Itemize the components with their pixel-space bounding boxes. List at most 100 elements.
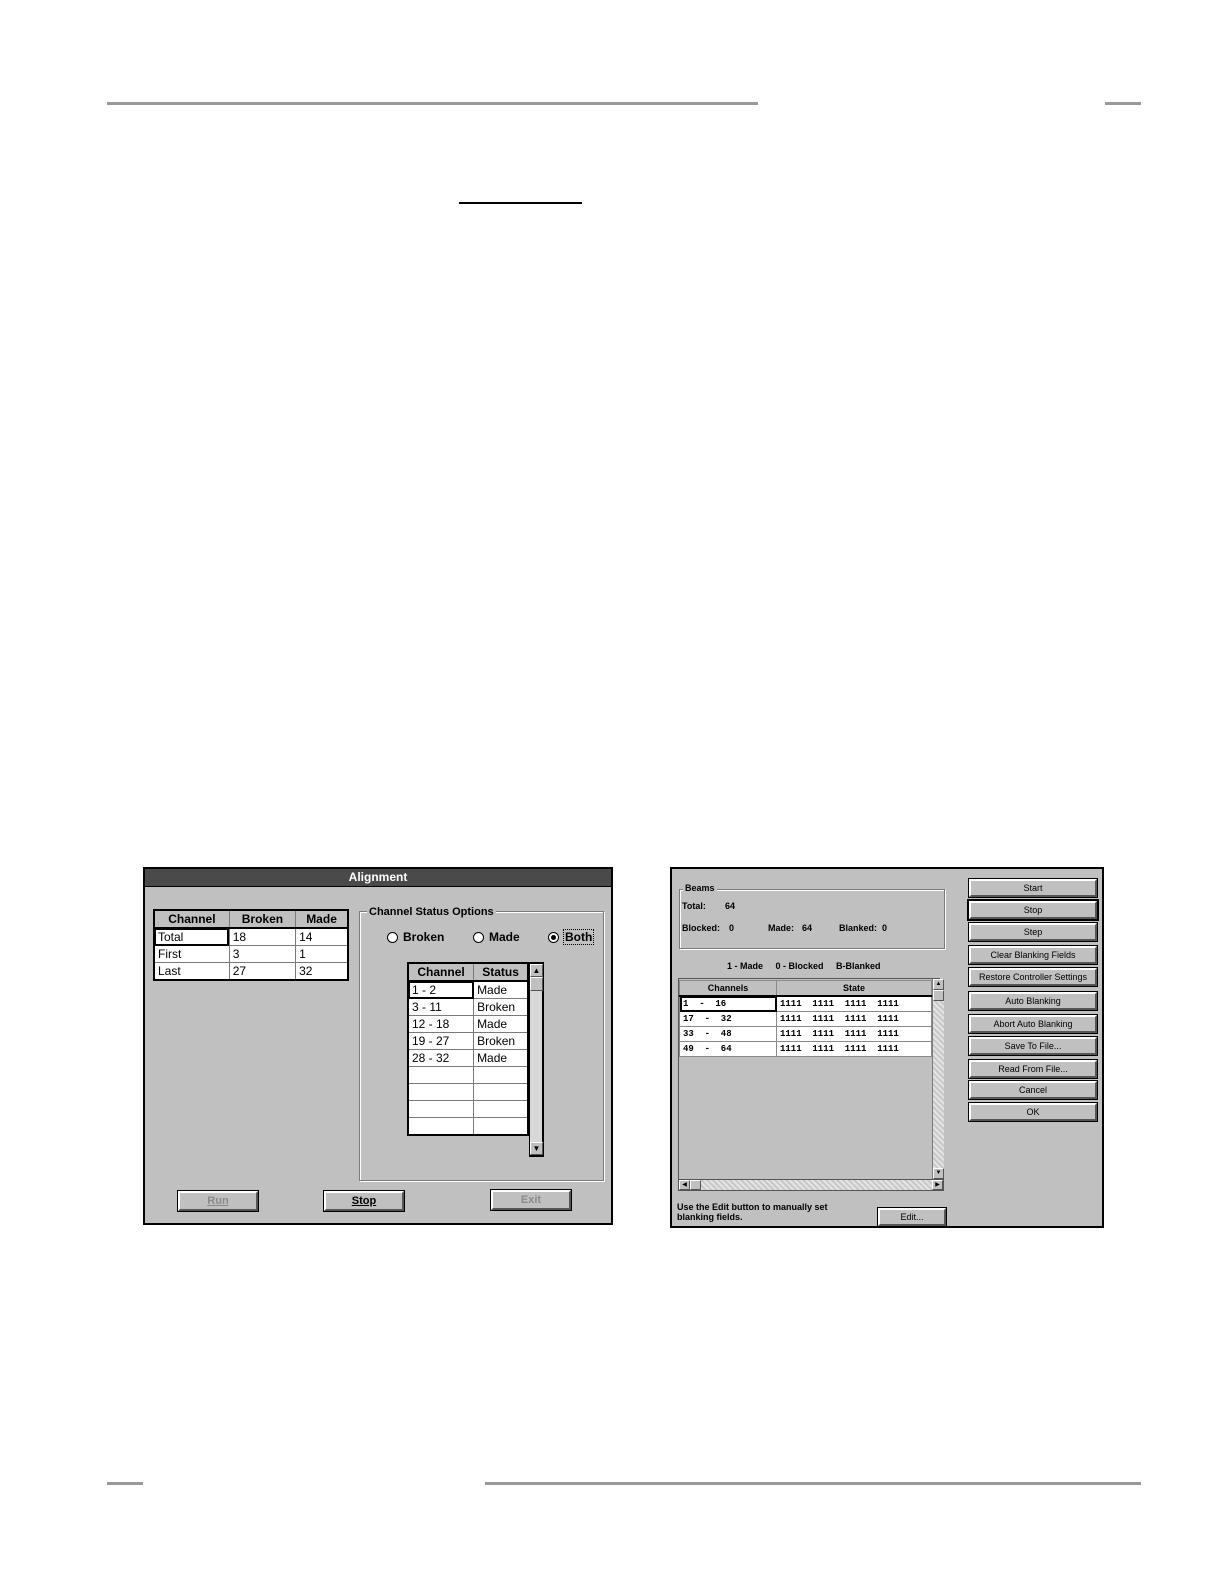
scroll-thumb[interactable] [530,977,543,991]
status-cell[interactable]: 12 - 18 [407,1015,475,1033]
state-cell[interactable]: 1 - 16 [679,995,777,1012]
header-rule-left [107,102,758,105]
summary-cell[interactable]: 14 [295,927,349,946]
summary-cell[interactable]: 32 [295,962,349,981]
start-button[interactable]: Start [968,878,1098,898]
footer-rule-left [107,1482,143,1485]
status-cell[interactable]: Broken [473,1032,529,1050]
summary-cell[interactable]: 1 [295,945,349,963]
blanked-label: Blanked: [839,923,878,933]
step-button[interactable]: Step [968,922,1098,942]
status-cell[interactable] [473,1100,529,1118]
status-cell[interactable]: 19 - 27 [407,1032,475,1050]
status-cell[interactable]: Broken [473,998,529,1016]
status-cell[interactable] [407,1083,475,1101]
exit-button[interactable]: Exit [490,1189,572,1211]
table-row: Last 27 32 [153,962,349,981]
status-cell[interactable]: 28 - 32 [407,1049,475,1067]
summary-cell[interactable]: 27 [228,962,297,981]
radio-both-indicator [548,931,559,943]
read-from-file-button[interactable]: Read From File... [968,1059,1098,1079]
radio-broken[interactable]: Broken [387,930,444,944]
stop-button[interactable]: Stop [323,1190,405,1212]
status-cell[interactable]: Made [473,1049,529,1067]
status-table-scrollbar[interactable]: ▲ ▼ [529,962,544,1157]
state-cell[interactable]: 49 - 64 [679,1041,777,1057]
table-row [407,1083,529,1101]
status-cell[interactable] [473,1083,529,1101]
table-row: 17 - 32 1111 1111 1111 1111 [679,1011,932,1027]
stop-button-label: Stop [351,1195,377,1207]
radio-made[interactable]: Made [473,930,520,944]
status-cell[interactable] [473,1117,529,1136]
cancel-button[interactable]: Cancel [968,1080,1098,1100]
header-rule-right [1105,102,1141,105]
radio-both-label: Both [562,929,595,945]
status-cell[interactable] [407,1066,475,1084]
status-cell[interactable]: 3 - 11 [407,998,475,1016]
scroll-up-arrow-icon[interactable]: ▲ [530,964,543,977]
channel-status-options-label: Channel Status Options [367,906,496,918]
table-row: First 3 1 [153,945,349,963]
status-cell[interactable] [407,1117,475,1136]
summary-table: Channel Broken Made Total 18 14 First 3 … [153,909,349,981]
status-cell[interactable] [407,1100,475,1118]
scroll-thumb[interactable] [933,990,944,1001]
status-header-status: Status [473,962,529,982]
radio-broken-label: Broken [403,930,445,944]
summary-cell[interactable]: 18 [228,927,297,946]
ok-button[interactable]: OK [968,1102,1098,1122]
table-row [407,1117,529,1136]
edit-hint-line2: blanking fields. [677,1212,743,1222]
beams-group-label: Beams [683,883,717,893]
scroll-down-arrow-icon[interactable]: ▼ [933,1168,944,1179]
edit-button[interactable]: Edit... [877,1207,947,1227]
summary-cell[interactable]: Last [153,962,230,981]
status-header-channel: Channel [407,962,475,982]
run-button[interactable]: Run [177,1190,259,1212]
scroll-right-arrow-icon[interactable]: ▶ [932,1180,943,1190]
scroll-thumb[interactable] [690,1180,701,1190]
abort-auto-blanking-button[interactable]: Abort Auto Blanking [968,1014,1098,1034]
state-cell[interactable]: 33 - 48 [679,1026,777,1042]
state-cell[interactable]: 17 - 32 [679,1011,777,1027]
scroll-up-arrow-icon[interactable]: ▲ [933,979,944,990]
table-row: 19 - 27 Broken [407,1032,529,1050]
status-cell[interactable]: Made [473,980,529,999]
auto-blanking-button[interactable]: Auto Blanking [968,991,1098,1011]
radio-both[interactable]: Both [548,929,595,945]
save-to-file-button[interactable]: Save To File... [968,1036,1098,1056]
status-table: Channel Status 1 - 2 Made 3 - 11 Broken 12… [407,962,529,1136]
status-cell[interactable]: 1 - 2 [407,980,475,999]
restore-controller-settings-button[interactable]: Restore Controller Settings [968,967,1098,987]
state-cell[interactable]: 1111 1111 1111 1111 [776,1026,932,1042]
status-cell[interactable] [473,1066,529,1084]
state-grid-vertical-scrollbar[interactable]: ▲ ▼ [932,979,944,1179]
edit-hint-line1: Use the Edit button to manually set [677,1202,828,1212]
alignment-title-bar: Alignment [145,869,611,887]
table-row: Total 18 14 [153,927,349,946]
scroll-left-arrow-icon[interactable]: ◀ [679,1180,690,1190]
summary-cell[interactable]: First [153,945,230,963]
scroll-down-arrow-icon[interactable]: ▼ [530,1142,543,1155]
summary-cell[interactable]: 3 [228,945,297,963]
state-cell[interactable]: 1111 1111 1111 1111 [776,995,932,1012]
summary-header-channel: Channel [153,909,230,929]
state-grid-horizontal-scrollbar[interactable]: ◀ ▶ [678,1179,944,1191]
stop-button[interactable]: Stop [967,899,1099,921]
table-row [407,1066,529,1084]
table-row [407,1100,529,1118]
alignment-dialog: Alignment Channel Broken Made Total 18 1… [143,867,613,1225]
summary-cell[interactable]: Total [153,927,230,946]
clear-blanking-fields-button[interactable]: Clear Blanking Fields [968,945,1098,965]
footer-rule-right [485,1482,1141,1485]
status-cell[interactable]: Made [473,1015,529,1033]
total-value: 64 [725,901,736,911]
table-row: 28 - 32 Made [407,1049,529,1067]
state-legend: 1 - Made 0 - Blocked B-Blanked [727,961,881,971]
state-cell[interactable]: 1111 1111 1111 1111 [776,1041,932,1057]
beams-group [679,889,945,949]
state-header-channels: Channels [679,980,777,997]
state-cell[interactable]: 1111 1111 1111 1111 [776,1011,932,1027]
table-row: 1 - 16 1111 1111 1111 1111 [679,995,932,1012]
